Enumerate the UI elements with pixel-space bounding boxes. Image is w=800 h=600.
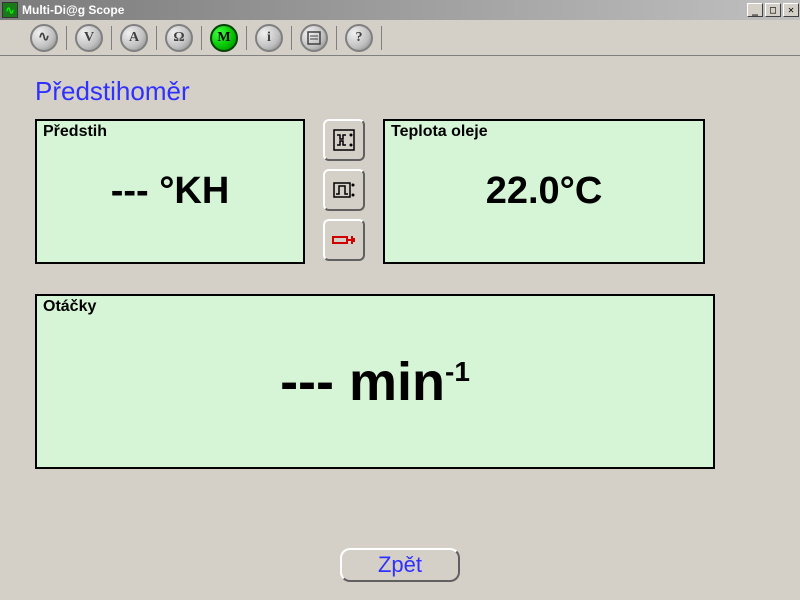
predstih-value: --- °KH xyxy=(111,170,230,213)
main-toolbar: ∿ V A Ω M i ? xyxy=(0,20,800,56)
teplota-value: 22.0°C xyxy=(486,170,603,213)
report-svg-icon xyxy=(306,30,322,46)
window-titlebar: ∿ Multi-Di@g Scope _ □ ✕ xyxy=(0,0,800,20)
separator xyxy=(336,26,337,50)
separator xyxy=(291,26,292,50)
ohmmeter-icon[interactable]: Ω xyxy=(165,24,193,52)
info-icon[interactable]: i xyxy=(255,24,283,52)
waveform-list-icon xyxy=(331,127,357,153)
otacky-sup: -1 xyxy=(445,356,470,387)
help-icon[interactable]: ? xyxy=(345,24,373,52)
separator xyxy=(156,26,157,50)
separator xyxy=(381,26,382,50)
sparkplug-icon xyxy=(330,227,358,253)
separator xyxy=(201,26,202,50)
otacky-value-text: --- min xyxy=(280,352,445,412)
mode-buttons xyxy=(323,119,365,261)
minimize-button[interactable]: _ xyxy=(747,3,763,17)
ammeter-icon[interactable]: A xyxy=(120,24,148,52)
teplota-panel: Teplota oleje 22.0°C xyxy=(383,119,705,264)
page-title: Předstihoměr xyxy=(35,76,765,107)
close-button[interactable]: ✕ xyxy=(783,3,799,17)
window-title: Multi-Di@g Scope xyxy=(22,3,124,17)
maximize-button[interactable]: □ xyxy=(765,3,781,17)
teplota-label: Teplota oleje xyxy=(391,123,488,141)
pulse-icon xyxy=(331,177,357,203)
top-row: Předstih --- °KH xyxy=(35,119,765,264)
predstih-label: Předstih xyxy=(43,123,107,141)
report-icon[interactable] xyxy=(300,24,328,52)
separator xyxy=(111,26,112,50)
separator xyxy=(246,26,247,50)
otacky-value: --- min-1 xyxy=(280,351,470,413)
app-icon: ∿ xyxy=(2,2,18,18)
mode3-button[interactable] xyxy=(323,219,365,261)
footer: Zpět xyxy=(0,548,800,582)
otacky-panel: Otáčky --- min-1 xyxy=(35,294,715,469)
mode1-button[interactable] xyxy=(323,119,365,161)
voltmeter-icon[interactable]: V xyxy=(75,24,103,52)
motor-icon[interactable]: M xyxy=(210,24,238,52)
predstih-panel: Předstih --- °KH xyxy=(35,119,305,264)
mode2-button[interactable] xyxy=(323,169,365,211)
content-area: Předstihoměr Předstih --- °KH xyxy=(0,56,800,479)
oscilloscope-icon[interactable]: ∿ xyxy=(30,24,58,52)
otacky-label: Otáčky xyxy=(43,298,96,316)
back-button[interactable]: Zpět xyxy=(340,548,460,582)
separator xyxy=(66,26,67,50)
